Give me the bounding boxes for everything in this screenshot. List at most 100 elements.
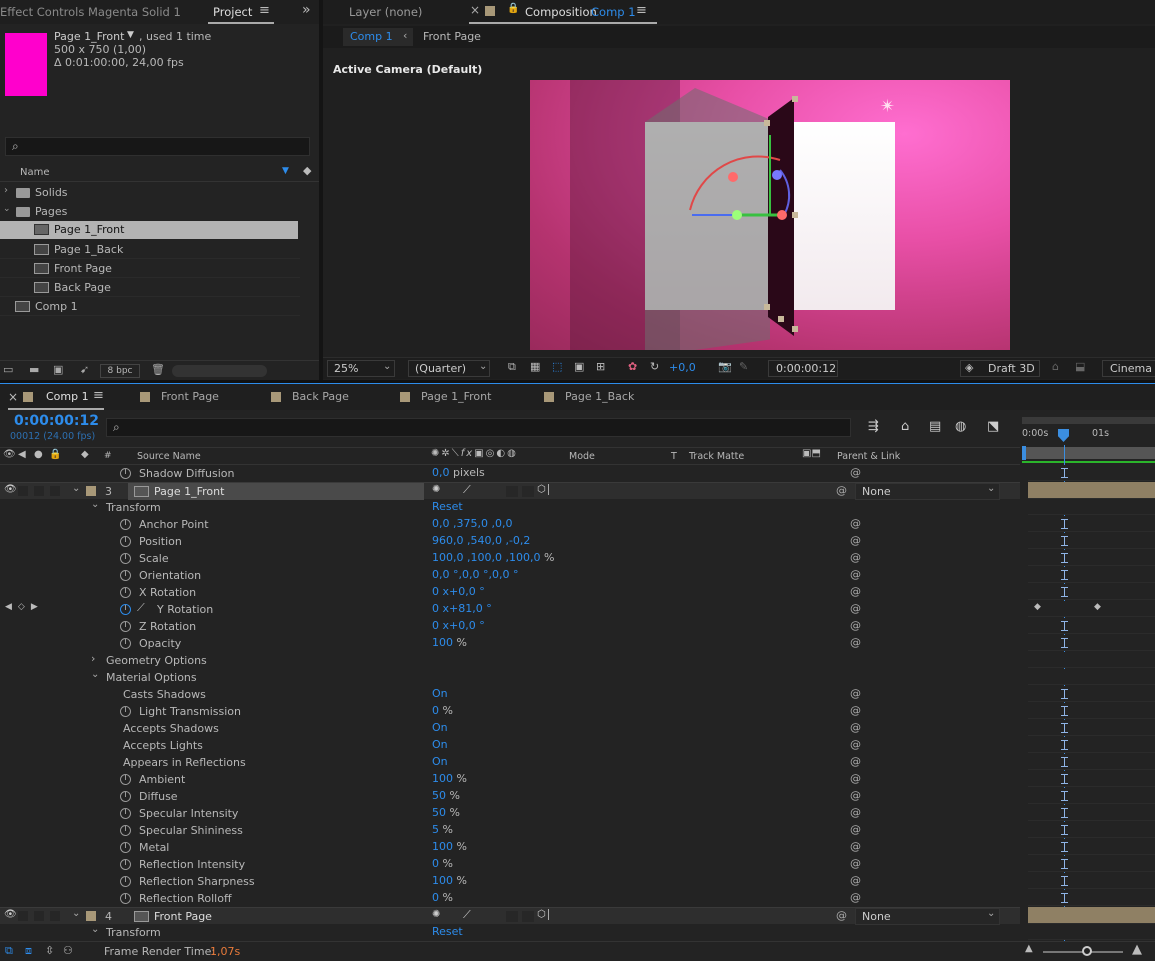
property-row[interactable]: Light Transmission 0 % @: [0, 703, 1020, 720]
zoom-out-icon[interactable]: ▲: [1025, 943, 1033, 954]
property-value[interactable]: 960,0 ,540,0 ,-0,2: [432, 534, 530, 547]
lock-toggle[interactable]: [50, 911, 60, 921]
expand-panels-icon[interactable]: »: [302, 2, 311, 18]
property-value[interactable]: On: [432, 738, 448, 751]
project-scrollbar[interactable]: [172, 365, 267, 377]
project-item-back-page[interactable]: Back Page: [0, 279, 300, 297]
stopwatch-icon[interactable]: [120, 842, 131, 853]
keyframe-diamond[interactable]: ◆: [1094, 602, 1101, 612]
label-tag-icon[interactable]: ◆: [81, 449, 89, 460]
property-value[interactable]: 0,0 pixels: [432, 466, 485, 479]
layer-row[interactable]: 👁 ⌄ 4 Front Page ✺ ⟋ ⬡ @ None ⌄: [0, 907, 1020, 925]
mode-header[interactable]: Mode: [569, 451, 595, 462]
property-row[interactable]: Accepts Shadows On @: [0, 720, 1020, 737]
render-queue-icon[interactable]: ➹: [80, 363, 89, 376]
stopwatch-icon[interactable]: [120, 859, 131, 870]
lock-icon[interactable]: 🔒: [49, 449, 61, 460]
property-value[interactable]: 0 x+0,0 °: [432, 619, 485, 632]
property-row[interactable]: Accepts Lights On @: [0, 737, 1020, 754]
project-item-comp1[interactable]: Comp 1: [0, 298, 300, 316]
view-dropdown[interactable]: Cinema 4: [1102, 360, 1155, 377]
property-value[interactable]: On: [432, 755, 448, 768]
timeline-lane[interactable]: [1028, 584, 1155, 600]
property-row[interactable]: Casts Shadows On @: [0, 686, 1020, 703]
comp-tab-name[interactable]: Comp 1: [591, 5, 636, 19]
draft-3d-toggle-icon[interactable]: ⌂: [901, 419, 909, 434]
comp-canvas[interactable]: ✴: [530, 80, 1010, 350]
expression-spiral-icon[interactable]: @: [850, 687, 861, 700]
project-item-page1-back[interactable]: Page 1_Back: [0, 241, 300, 259]
timeline-lane[interactable]: [1028, 873, 1155, 889]
property-row[interactable]: Reflection Rolloff 0 % @: [0, 890, 1020, 907]
expression-spiral-icon[interactable]: @: [850, 789, 861, 802]
property-row[interactable]: Opacity 100 % @: [0, 635, 1020, 652]
keyframe-navigator[interactable]: ◀◇▶: [5, 602, 44, 612]
expression-spiral-icon[interactable]: @: [850, 738, 861, 751]
property-value[interactable]: 0 %: [432, 857, 453, 870]
expression-spiral-icon[interactable]: @: [850, 602, 861, 615]
property-value[interactable]: 50 %: [432, 806, 460, 819]
timeline-lane[interactable]: [1028, 754, 1155, 770]
layer-tab[interactable]: Layer (none): [349, 5, 422, 19]
stopwatch-icon[interactable]: [120, 876, 131, 887]
solo-icon[interactable]: ●: [34, 449, 43, 460]
property-value[interactable]: 0 %: [432, 704, 453, 717]
composition-mini-flowchart-icon[interactable]: ⇶: [868, 419, 879, 434]
tab-front-page[interactable]: Front Page: [138, 384, 248, 410]
stopwatch-icon[interactable]: [120, 706, 131, 717]
timeline-lane[interactable]: [1028, 907, 1155, 924]
property-value[interactable]: 50 %: [432, 789, 460, 802]
comp-tab-prefix[interactable]: Composition: [525, 5, 597, 19]
graph-icon[interactable]: ⟋: [137, 601, 145, 615]
parent-link-header[interactable]: Parent & Link: [837, 451, 900, 462]
corner-handle[interactable]: [778, 316, 784, 322]
property-value[interactable]: 5 %: [432, 823, 453, 836]
timeline-lane[interactable]: [1028, 839, 1155, 855]
tab-back-page[interactable]: Back Page: [269, 384, 379, 410]
renderer-button[interactable]: ◈ Draft 3D: [960, 360, 1040, 377]
transfer-controls-icon[interactable]: ⧈: [25, 944, 32, 958]
chevron-down-icon[interactable]: ⌄: [72, 908, 80, 919]
property-row[interactable]: ⌄ Transform Reset: [0, 924, 1020, 941]
label-color-swatch[interactable]: [86, 486, 96, 496]
track-matte-header[interactable]: Track Matte: [689, 451, 744, 462]
timeline-lane[interactable]: [1028, 499, 1155, 515]
timeline-lane[interactable]: [1028, 805, 1155, 821]
layer-switches-icon[interactable]: ⧉: [5, 944, 13, 958]
stopwatch-icon[interactable]: [120, 587, 131, 598]
stopwatch-icon[interactable]: [120, 553, 131, 564]
motion-blur-icon[interactable]: ◍: [955, 419, 966, 434]
breadcrumb-comp1[interactable]: Comp 1 ‹: [343, 28, 413, 46]
timeline-lane[interactable]: [1028, 788, 1155, 804]
expression-spiral-icon[interactable]: @: [850, 551, 861, 564]
corner-handle[interactable]: [764, 304, 770, 310]
expression-spiral-icon[interactable]: @: [850, 823, 861, 836]
property-row[interactable]: Metal 100 % @: [0, 839, 1020, 856]
zoom-in-icon[interactable]: ▲: [1132, 942, 1142, 957]
in-out-icon[interactable]: ⇳: [45, 944, 54, 957]
timeline-lane[interactable]: [1028, 550, 1155, 566]
corner-handle[interactable]: [792, 326, 798, 332]
project-tab[interactable]: Project: [213, 5, 252, 19]
corner-handle[interactable]: [792, 212, 798, 218]
timeline-lane[interactable]: [1028, 737, 1155, 753]
lock-icon[interactable]: 🔒: [507, 3, 519, 14]
panel-menu-icon[interactable]: ≡: [259, 3, 270, 18]
extended-viewer-icon[interactable]: ⌂: [1052, 360, 1059, 373]
solo-toggle[interactable]: [34, 911, 44, 921]
work-area-bar[interactable]: [1022, 417, 1155, 424]
property-row[interactable]: Specular Shininess 5 % @: [0, 822, 1020, 839]
timeline-lane[interactable]: [1028, 482, 1155, 499]
stopwatch-icon[interactable]: [120, 638, 131, 649]
label-color-swatch[interactable]: [86, 911, 96, 921]
project-item-solids[interactable]: › Solids: [0, 184, 300, 202]
property-row[interactable]: X Rotation 0 x+0,0 ° @: [0, 584, 1020, 601]
timeline-lane[interactable]: [1028, 822, 1155, 838]
property-value[interactable]: 100 %: [432, 874, 467, 887]
expression-spiral-icon[interactable]: @: [850, 891, 861, 904]
3d-layer-icon[interactable]: ⬡: [537, 909, 549, 920]
timeline-lane[interactable]: [1028, 652, 1155, 668]
timeline-search-input[interactable]: ⌕: [106, 418, 851, 437]
panel-menu-icon[interactable]: ≡: [636, 3, 647, 18]
property-value[interactable]: 100,0 ,100,0 ,100,0 %: [432, 551, 554, 564]
